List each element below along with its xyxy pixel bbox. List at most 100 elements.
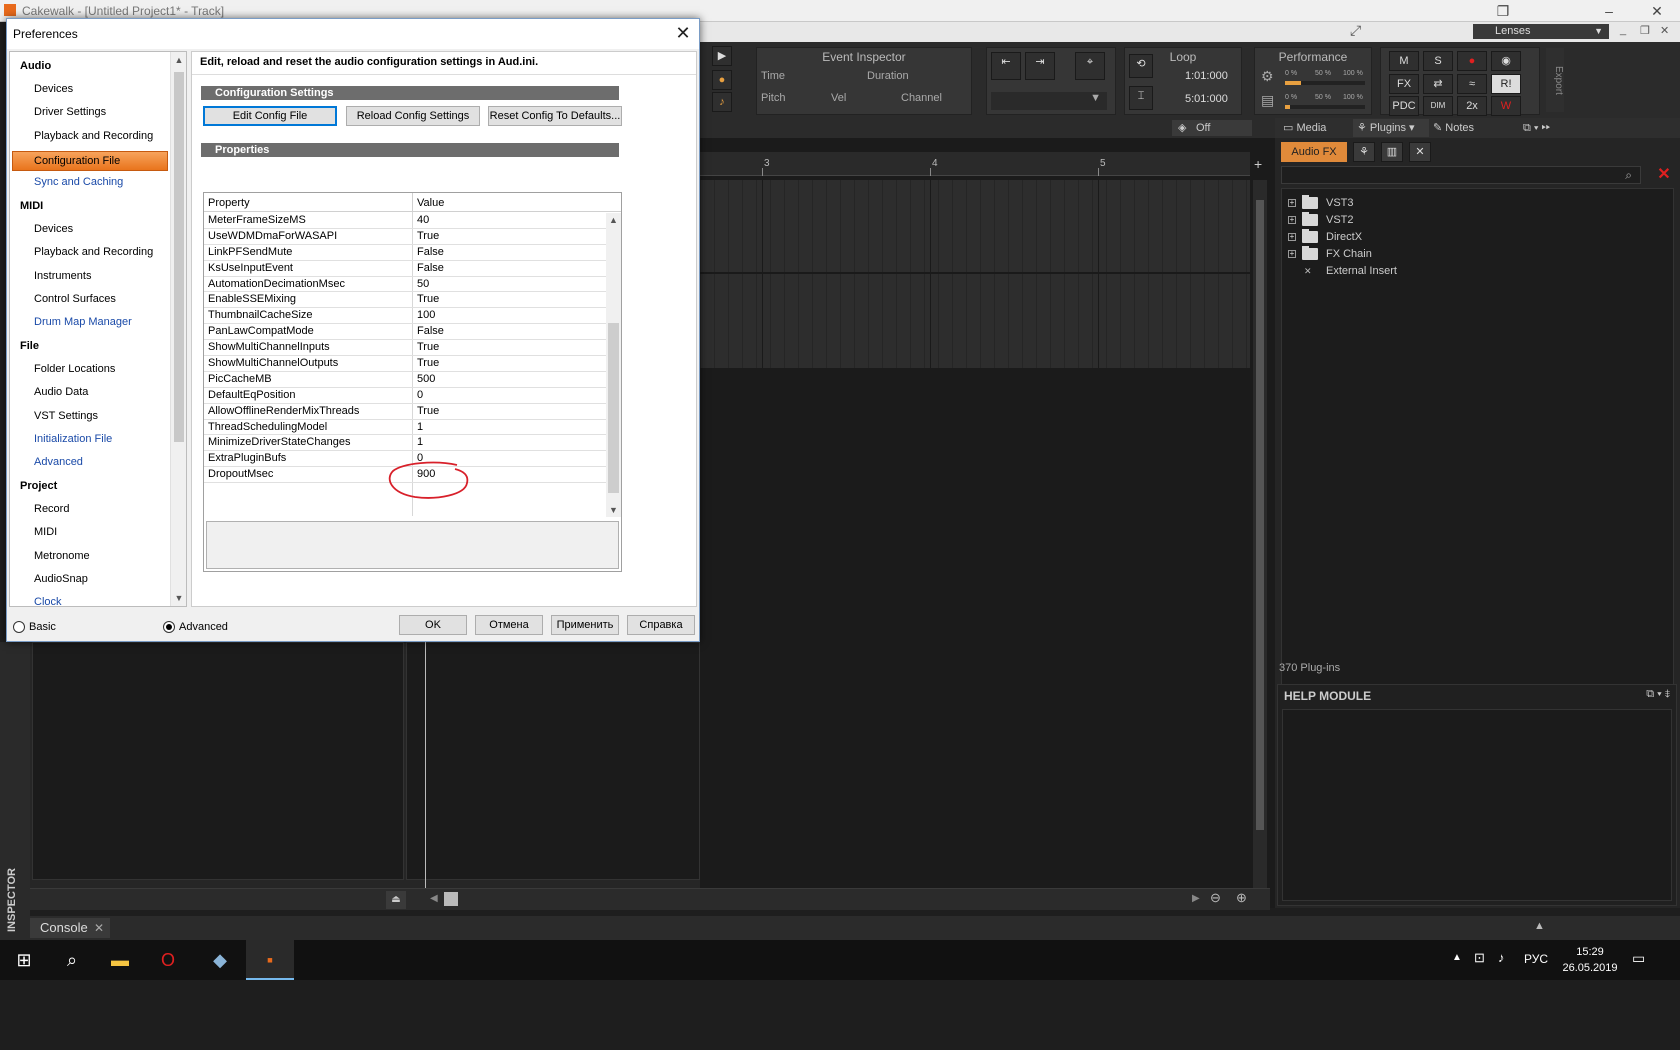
- horizontal-scroll-thumb[interactable]: [444, 892, 458, 906]
- scroll-thumb[interactable]: [1256, 200, 1264, 830]
- restore-icon[interactable]: ❐: [1480, 0, 1526, 22]
- close-console-icon[interactable]: ✕: [94, 918, 104, 938]
- property-value[interactable]: True: [417, 341, 439, 353]
- table-row[interactable]: PanLawCompatMode False: [204, 324, 606, 341]
- reload-config-settings-button[interactable]: Reload Config Settings: [346, 106, 480, 126]
- property-value[interactable]: 500: [417, 373, 435, 385]
- column-header-property[interactable]: Property: [208, 197, 250, 209]
- property-value[interactable]: True: [417, 405, 439, 417]
- mdi-restore-icon[interactable]: ❐: [1640, 24, 1650, 37]
- expand-icon[interactable]: +: [1288, 216, 1296, 224]
- plugin-fx-icon[interactable]: ⚘: [1353, 142, 1375, 162]
- opera-icon[interactable]: O: [144, 940, 192, 980]
- tree-item-directx[interactable]: + DirectX: [1288, 229, 1362, 245]
- property-value[interactable]: 1: [417, 436, 423, 448]
- draw-tool-icon[interactable]: ⌖: [1075, 52, 1105, 80]
- nav-section-audio[interactable]: Audio: [20, 60, 51, 72]
- volume-icon[interactable]: ♪: [1498, 950, 1505, 965]
- basic-radio[interactable]: [13, 621, 25, 633]
- nav-project-metronome[interactable]: Metronome: [34, 550, 90, 562]
- table-row[interactable]: MinimizeDriverStateChanges 1: [204, 435, 606, 452]
- expand-icon[interactable]: +: [1288, 250, 1296, 258]
- timeline-ruler[interactable]: 3 4 5: [700, 152, 1250, 176]
- nav-midi-instruments[interactable]: Instruments: [34, 270, 91, 282]
- network-icon[interactable]: ⊡: [1474, 950, 1485, 966]
- tray-expand-icon[interactable]: ▲: [1452, 952, 1462, 963]
- record-arm-icon[interactable]: ●: [1457, 51, 1487, 71]
- close-icon[interactable]: ✕: [671, 23, 695, 45]
- loop-start[interactable]: 1:01:000: [1185, 70, 1228, 82]
- channel-field[interactable]: Channel: [901, 92, 942, 104]
- zoom-out-icon[interactable]: ⊖: [1210, 890, 1221, 906]
- move-tool-icon[interactable]: ⇥: [1025, 52, 1055, 80]
- clock-time[interactable]: 15:29: [1560, 946, 1620, 958]
- property-value[interactable]: 40: [417, 214, 429, 226]
- plugin-layout-icon[interactable]: ✕: [1409, 142, 1431, 162]
- scroll-left-icon[interactable]: ◀: [430, 893, 438, 904]
- basic-radio-label[interactable]: Basic: [29, 621, 56, 633]
- read-automation-button[interactable]: R!: [1491, 74, 1521, 94]
- track-list[interactable]: [32, 642, 404, 880]
- panel-float-icon[interactable]: ⧉ ▾ ▸▸: [1523, 119, 1550, 137]
- ok-button[interactable]: OK: [399, 615, 467, 635]
- nav-scroll-thumb[interactable]: [174, 72, 184, 442]
- minimize-icon[interactable]: –: [1586, 0, 1632, 22]
- edit-config-file-button[interactable]: Edit Config File: [203, 106, 337, 126]
- keyboard-language[interactable]: РУС: [1524, 952, 1548, 966]
- loop-end[interactable]: 5:01:000: [1185, 93, 1228, 105]
- help-button[interactable]: Справка: [627, 615, 695, 635]
- nav-file-audio-data[interactable]: Audio Data: [34, 386, 88, 398]
- tab-media[interactable]: ▭ Media: [1283, 119, 1326, 137]
- inspector-strip[interactable]: INSPECTOR: [0, 642, 30, 944]
- mdi-close-icon[interactable]: ✕: [1660, 24, 1669, 37]
- clips-lower-pane[interactable]: [406, 642, 700, 880]
- table-row[interactable]: AutomationDecimationMsec 50: [204, 277, 606, 293]
- property-value[interactable]: 0: [417, 389, 423, 401]
- sends-icon[interactable]: ⇄: [1423, 74, 1453, 94]
- play-icon[interactable]: ▶: [712, 46, 732, 66]
- scroll-up-icon[interactable]: ▲: [606, 213, 621, 227]
- nav-midi-drum-map-manager[interactable]: Drum Map Manager: [34, 316, 132, 328]
- close-app-icon[interactable]: ✕: [1634, 0, 1680, 22]
- cakewalk-taskbar-icon[interactable]: ▪: [246, 940, 294, 980]
- clock-date[interactable]: 26.05.2019: [1556, 962, 1624, 974]
- nav-audio-driver-settings[interactable]: Driver Settings: [34, 106, 106, 118]
- column-header-value[interactable]: Value: [417, 197, 444, 209]
- table-row[interactable]: EnableSSEMixing True: [204, 292, 606, 309]
- nav-project-audiosnap[interactable]: AudioSnap: [34, 573, 88, 585]
- nav-audio-playback-recording[interactable]: Playback and Recording: [34, 130, 153, 142]
- tool-dropdown[interactable]: ▼: [991, 92, 1107, 110]
- table-row[interactable]: UseWDMDmaForWASAPI True: [204, 229, 606, 245]
- nav-scrollbar[interactable]: ▲ ▼: [170, 52, 186, 606]
- table-row[interactable]: DefaultEqPosition 0: [204, 388, 606, 404]
- property-value[interactable]: 1: [417, 421, 423, 433]
- nav-midi-devices[interactable]: Devices: [34, 223, 73, 235]
- clear-search-icon[interactable]: ✕: [1655, 166, 1673, 184]
- scroll-down-icon[interactable]: ▼: [606, 503, 621, 517]
- tree-item-external-insert[interactable]: ✕ External Insert: [1288, 263, 1397, 279]
- snap-dropdown[interactable]: ◈ Off: [1172, 120, 1252, 136]
- nav-section-file[interactable]: File: [20, 340, 39, 352]
- export-button[interactable]: Export: [1546, 48, 1564, 112]
- tab-plugins[interactable]: ⚘ Plugins ▾: [1353, 119, 1429, 137]
- advanced-radio[interactable]: [163, 621, 175, 633]
- select-tool-icon[interactable]: ⇤: [991, 52, 1021, 80]
- instruments-icon[interactable]: ▥: [1381, 142, 1403, 162]
- duration-field[interactable]: Duration: [867, 70, 909, 82]
- file-explorer-icon[interactable]: ▬: [96, 940, 144, 980]
- tab-notes[interactable]: ✎ Notes: [1433, 119, 1474, 137]
- mdi-minimize-icon[interactable]: _: [1620, 24, 1626, 36]
- lenses-dropdown[interactable]: Lenses ▼: [1473, 24, 1609, 39]
- vel-field[interactable]: Vel: [831, 92, 846, 104]
- property-value[interactable]: True: [417, 357, 439, 369]
- clips-pane[interactable]: [700, 180, 1250, 368]
- property-value[interactable]: True: [417, 293, 439, 305]
- apply-button[interactable]: Применить: [551, 615, 619, 635]
- search-icon[interactable]: ⌕: [48, 940, 96, 980]
- input-echo-icon[interactable]: ◉: [1491, 51, 1521, 71]
- pitch-field[interactable]: Pitch: [761, 92, 785, 104]
- nav-file-advanced[interactable]: Advanced: [34, 456, 83, 468]
- metronome-icon[interactable]: ♪: [712, 92, 732, 112]
- table-row[interactable]: DropoutMsec 900: [204, 467, 606, 484]
- nav-file-vst-settings[interactable]: VST Settings: [34, 410, 98, 422]
